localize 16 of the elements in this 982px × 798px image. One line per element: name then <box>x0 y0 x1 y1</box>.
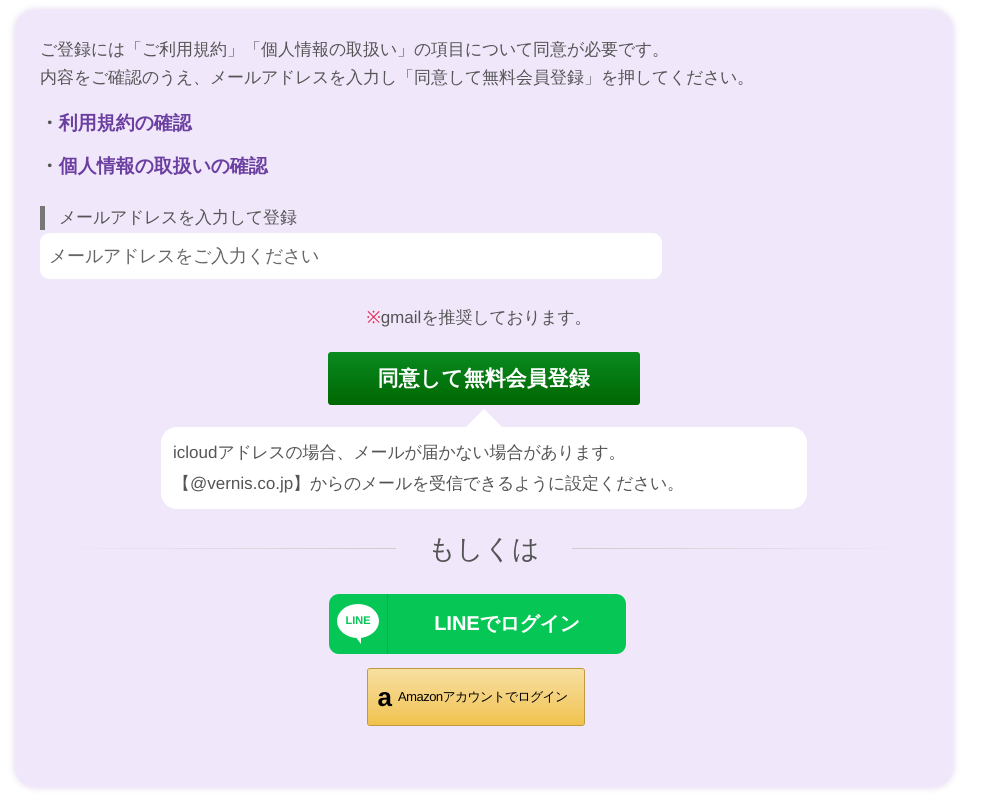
terms-link[interactable]: 個人情報の取扱いの確認 <box>59 152 268 181</box>
bullet: ・ <box>40 154 59 178</box>
recommendation-note: ※gmailを推奨しております。 <box>366 307 592 329</box>
intro-text: 内容をご確認のうえ、メールアドレスを入力し「同意して無料会員登録」を押してください。 <box>40 67 755 89</box>
tip-text: 【@vernis.co.jp】からのメールを受信できるように設定ください。 <box>173 472 686 494</box>
tip-text: icloudアドレスの場合、メールが届かない場合があります。 <box>173 442 626 464</box>
terms-link[interactable]: 利用規約の確認 <box>59 110 192 138</box>
amazon-logo-icon: a <box>378 684 392 710</box>
register-button[interactable]: 同意して無料会員登録 <box>328 352 640 404</box>
bullet: ・ <box>40 112 59 136</box>
heading-accent-bar <box>40 206 45 230</box>
intro-text: ご登録には「ご利用規約」「個人情報の取扱い」の項目について同意が必要です。 <box>40 39 670 61</box>
section-heading: メールアドレスを入力して登録 <box>59 207 297 230</box>
email-field[interactable]: メールアドレスをご入力ください <box>40 233 662 279</box>
divider-label: もしくは <box>428 532 540 566</box>
amazon-login-button[interactable]: a Amazonアカウントでログイン <box>366 668 584 726</box>
